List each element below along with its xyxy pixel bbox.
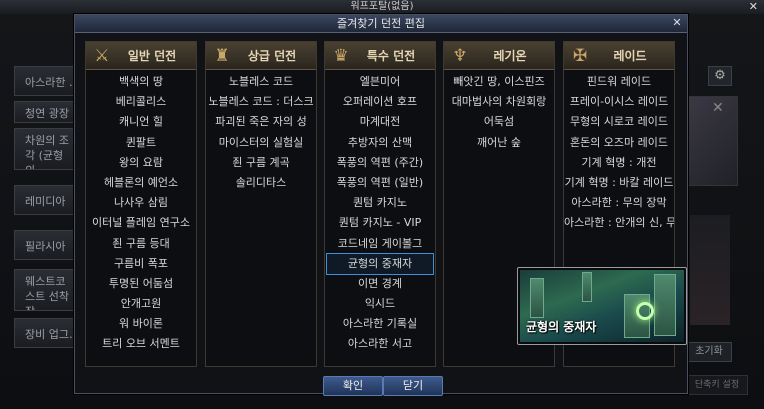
dungeon-item[interactable]: 아스라한 : 안개의 신, 무 <box>564 213 674 233</box>
close-button[interactable]: 닫기 <box>383 376 443 396</box>
dungeon-list: 핀드워 레이드 프레이-이시스 레이드 무형의 시로코 레이드 혼돈의 오즈마 레이드… <box>564 70 674 234</box>
dungeon-item[interactable]: 베리콜리스 <box>86 92 196 112</box>
dungeon-item[interactable]: 오퍼레이션 호프 <box>325 92 435 112</box>
dungeon-item[interactable]: 폭풍의 역편 (주간) <box>325 153 435 173</box>
column-title: 특수 던전 <box>366 49 416 63</box>
dungeon-item[interactable]: 어둑섬 <box>444 112 554 132</box>
column-header: ✠ 레이드 <box>564 42 674 70</box>
reset-button[interactable]: 초기화 <box>686 342 732 362</box>
background-character-image <box>682 96 738 186</box>
confirm-button[interactable]: 확인 <box>323 376 383 396</box>
dungeon-item[interactable]: 파괴된 죽은 자의 성 <box>206 112 316 132</box>
dungeon-item[interactable]: 솔리디타스 <box>206 173 316 193</box>
dungeon-list: 빼앗긴 땅, 이스핀즈 대마법사의 차원회랑 어둑섬 깨어난 숲 <box>444 70 554 153</box>
dungeon-item[interactable]: 퀀텀 카지노 - VIP <box>325 213 435 233</box>
dungeon-item[interactable]: 노블레스 코드 <box>206 72 316 92</box>
background-window-title: 워프포탈(없음) <box>350 1 414 12</box>
dungeon-item[interactable]: 핀드워 레이드 <box>564 72 674 92</box>
dungeon-item[interactable]: 엘븐미어 <box>325 72 435 92</box>
dungeon-item[interactable]: 추방자의 산맥 <box>325 133 435 153</box>
dungeon-item[interactable]: 투명된 어둠섬 <box>86 274 196 294</box>
dungeon-item[interactable]: 캐니언 힐 <box>86 112 196 132</box>
dungeon-item[interactable]: 왕의 요람 <box>86 153 196 173</box>
dungeon-item[interactable]: 아스라한 서고 <box>325 334 435 354</box>
shortcut-settings-button[interactable]: 단축키 설정 <box>686 375 748 395</box>
dungeon-column: ♛ 특수 던전 엘븐미어 오퍼레이션 호프 마계대전 추방자의 산맥 폭풍의 역편 (주간)… <box>324 41 436 367</box>
dungeon-item[interactable]: 퀀텀 카지노 <box>325 193 435 213</box>
dungeon-item-selected[interactable]: 균형의 중재자 <box>326 252 434 275</box>
column-title: 일반 던전 <box>127 49 177 63</box>
dialog-titlebar: 즐겨찾기 던전 편집 ✕ <box>75 15 687 33</box>
dungeon-item[interactable]: 아스라한 : 무의 장막 <box>564 193 674 213</box>
column-header: ♛ 특수 던전 <box>325 42 435 70</box>
dungeon-item[interactable]: 이면 경계 <box>325 274 435 294</box>
background-side-image <box>690 215 730 325</box>
dungeon-item[interactable]: 죈 구름 계곡 <box>206 153 316 173</box>
preview-label: 균형의 중재자 <box>526 320 597 334</box>
dungeon-item[interactable]: 깨어난 숲 <box>444 133 554 153</box>
dungeon-item[interactable]: 기계 혁명 : 개전 <box>564 153 674 173</box>
dungeon-item[interactable]: 폭풍의 역편 (일반) <box>325 173 435 193</box>
dungeon-item[interactable]: 구름비 폭포 <box>86 254 196 274</box>
column-title: 레이드 <box>613 49 647 63</box>
dungeon-list: 노블레스 코드 노블레스 코드 : 더스크 파괴된 죽은 자의 성 마이스터의 실험실… <box>206 70 316 193</box>
dungeon-list: 백색의 땅 베리콜리스 캐니언 힐 퀸팔트 왕의 요람 헤블론의 예언소 나사우 삼림 이터널… <box>86 70 196 355</box>
dungeon-item[interactable]: 코드네임 게이볼그 <box>325 234 435 254</box>
dungeon-item[interactable]: 마이스터의 실험실 <box>206 133 316 153</box>
dungeon-column: ⚔ 일반 던전 백색의 땅 베리콜리스 캐니언 힐 퀸팔트 왕의 요람 헤블론의 예언소 나사우… <box>85 41 197 367</box>
dungeon-item[interactable]: 워 바이론 <box>86 314 196 334</box>
dungeon-item[interactable]: 죈 구름 등대 <box>86 234 196 254</box>
dungeon-list: 엘븐미어 오퍼레이션 호프 마계대전 추방자의 산맥 폭풍의 역편 (주간) 폭풍의 역편… <box>325 70 435 355</box>
dungeon-column: ♜ 상급 던전 노블레스 코드 노블레스 코드 : 더스크 파괴된 죽은 자의 성 마이스… <box>205 41 317 367</box>
dungeon-item[interactable]: 빼앗긴 땅, 이스핀즈 <box>444 72 554 92</box>
column-header: ⚔ 일반 던전 <box>86 42 196 70</box>
background-panel-close-icon[interactable]: ✕ <box>712 100 724 116</box>
dungeon-item[interactable]: 대마법사의 차원회랑 <box>444 92 554 112</box>
dungeon-item[interactable]: 익시드 <box>325 294 435 314</box>
dungeon-item[interactable]: 나사우 삼림 <box>86 193 196 213</box>
gear-icon[interactable]: ⚙ <box>708 66 732 86</box>
dungeon-preview-image: 균형의 중재자 <box>520 270 684 342</box>
dungeon-preview-tooltip: 균형의 중재자 <box>517 267 687 345</box>
dungeon-item[interactable]: 안개고원 <box>86 294 196 314</box>
dungeon-item[interactable]: 아스라한 기록실 <box>325 314 435 334</box>
dungeon-item[interactable]: 기계 혁명 : 바칼 레이드 <box>564 173 674 193</box>
dungeon-item[interactable]: 프레이-이시스 레이드 <box>564 92 674 112</box>
dialog-title: 즐겨찾기 던전 편집 <box>337 17 425 30</box>
dungeon-item[interactable]: 트리 오브 서멘트 <box>86 334 196 354</box>
column-header: ♜ 상급 던전 <box>206 42 316 70</box>
dungeon-item[interactable]: 백색의 땅 <box>86 72 196 92</box>
dungeon-item[interactable]: 노블레스 코드 : 더스크 <box>206 92 316 112</box>
dungeon-item[interactable]: 퀸팔트 <box>86 133 196 153</box>
column-title: 레기온 <box>493 49 527 63</box>
dungeon-item[interactable]: 무형의 시로코 레이드 <box>564 112 674 132</box>
dialog-close-icon[interactable]: ✕ <box>671 17 683 29</box>
column-header: ♆ 레기온 <box>444 42 554 70</box>
rune-ring-icon <box>636 302 654 320</box>
favorite-dungeon-edit-dialog: 즐겨찾기 던전 편집 ✕ ⚔ 일반 던전 백색의 땅 베리콜리스 캐니언 힐 퀸팔트 왕의 … <box>74 14 688 396</box>
column-title: 상급 던전 <box>247 49 297 63</box>
dungeon-item[interactable]: 마계대전 <box>325 112 435 132</box>
dungeon-item[interactable]: 혼돈의 오즈마 레이드 <box>564 133 674 153</box>
dungeon-item[interactable]: 헤블론의 예언소 <box>86 173 196 193</box>
background-close-icon[interactable]: ✕ <box>749 0 758 14</box>
background-titlebar: 워프포탈(없음) ✕ <box>0 0 764 14</box>
dungeon-item[interactable]: 이터널 플레임 연구소 <box>86 213 196 233</box>
